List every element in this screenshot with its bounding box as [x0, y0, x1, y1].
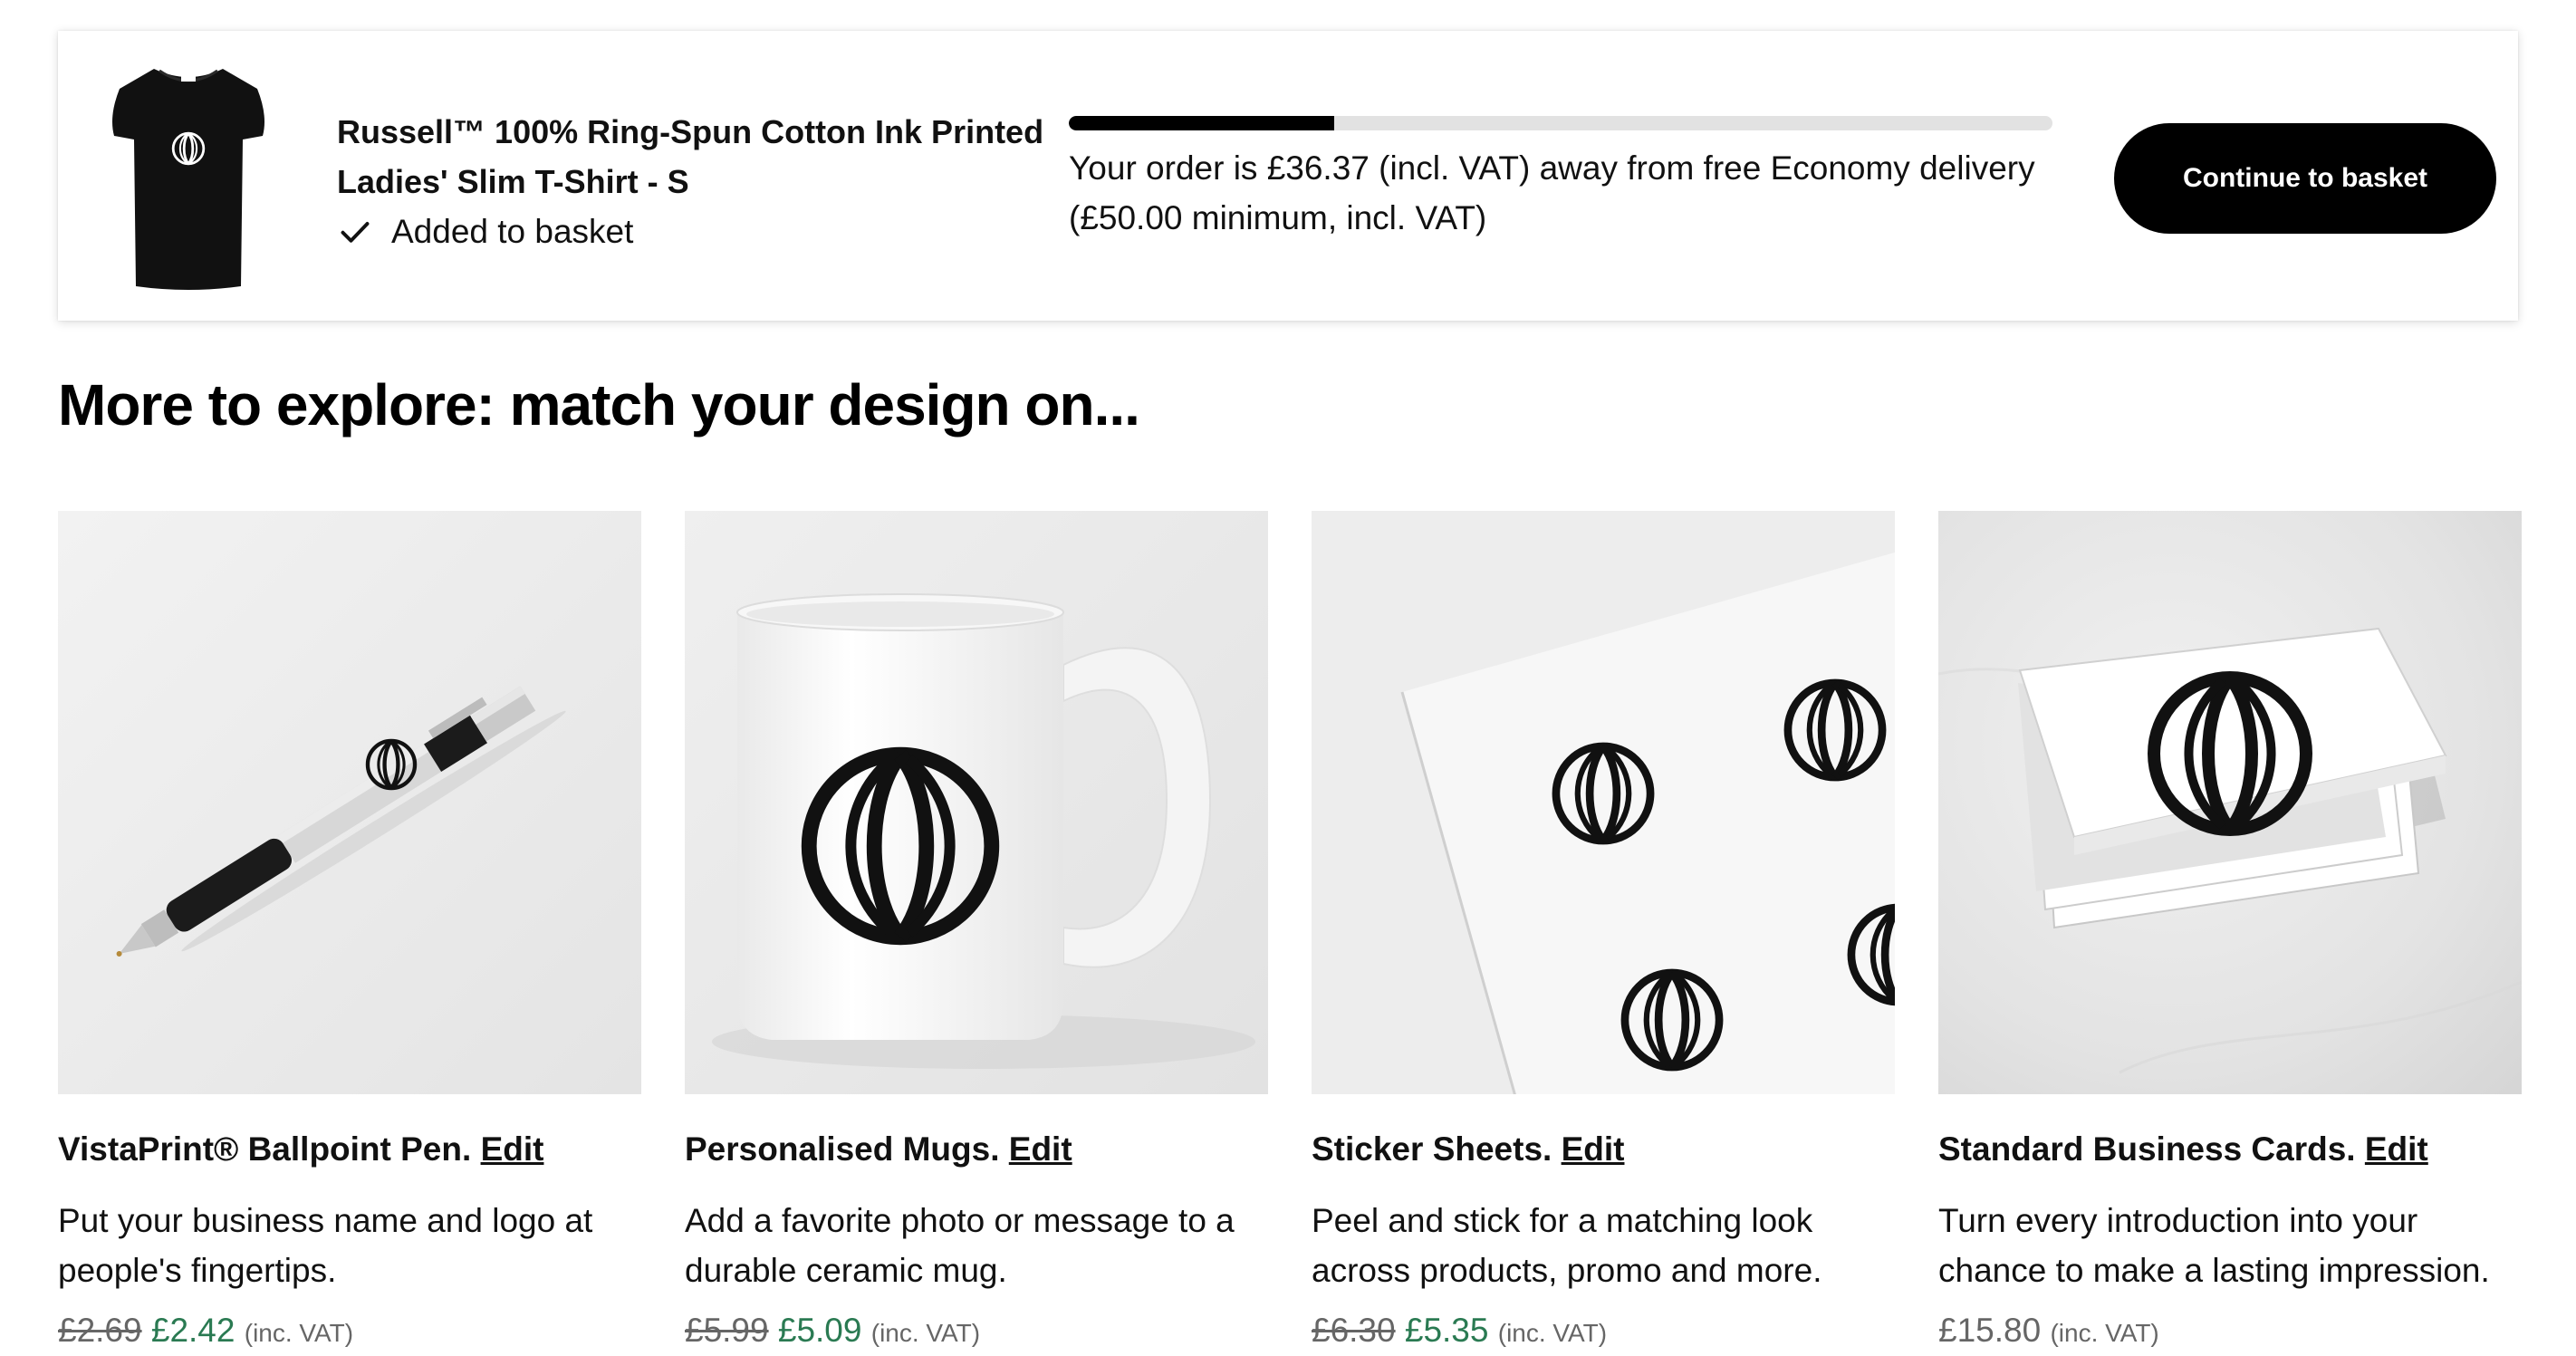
product-price: £6.30 £5.35 (inc. VAT) [1312, 1308, 1895, 1356]
progress-track [1069, 116, 2052, 130]
vat-note: (inc. VAT) [1497, 1319, 1608, 1347]
product-description: Turn every introduction into your chance… [1938, 1202, 2490, 1289]
product-title: Sticker Sheets. Edit [1312, 1127, 1895, 1172]
vat-note: (inc. VAT) [244, 1319, 354, 1347]
mug-product-image[interactable] [685, 511, 1268, 1094]
old-price: £6.30 [1312, 1312, 1396, 1349]
product-title: Standard Business Cards. Edit [1938, 1127, 2522, 1172]
sale-price: £5.09 [777, 1312, 862, 1349]
edit-link[interactable]: Edit [1009, 1130, 1072, 1168]
delivery-message: Your order is £36.37 (incl. VAT) away fr… [1069, 149, 2035, 236]
product-title: Personalised Mugs. Edit [685, 1127, 1268, 1172]
edit-link[interactable]: Edit [2365, 1130, 2428, 1168]
product-name: Standard Business Cards. [1938, 1130, 2356, 1168]
free-delivery-progress: Your order is £36.37 (incl. VAT) away fr… [1069, 116, 2052, 243]
product-card: Personalised Mugs. Edit Add a favorite p… [685, 511, 1268, 1356]
product-name: Personalised Mugs. [685, 1130, 1000, 1168]
product-title: Russell™ 100% Ring-Spun Cotton Ink Print… [337, 113, 1044, 200]
tshirt-thumbnail [112, 69, 264, 290]
product-description: Peel and stick for a matching look acros… [1312, 1202, 1822, 1289]
business-cards-product-image[interactable] [1938, 511, 2522, 1094]
product-title: VistaPrint® Ballpoint Pen. Edit [58, 1127, 641, 1172]
section-heading: More to explore: match your design on... [58, 372, 1140, 438]
product-card: VistaPrint® Ballpoint Pen. Edit Put your… [58, 511, 641, 1356]
added-to-basket-bar: Russell™ 100% Ring-Spun Cotton Ink Print… [58, 31, 2518, 321]
product-price: £15.80 (inc. VAT) [1938, 1308, 2522, 1356]
product-price: £5.99 £5.09 (inc. VAT) [685, 1308, 1268, 1356]
old-price: £5.99 [685, 1312, 769, 1349]
continue-to-basket-button[interactable]: Continue to basket [2114, 123, 2496, 234]
edit-link[interactable]: Edit [481, 1130, 544, 1168]
product-price: £2.69 £2.42 (inc. VAT) [58, 1308, 641, 1356]
check-icon [341, 221, 370, 243]
added-label: Added to basket [391, 213, 634, 250]
product-info: Russell™ 100% Ring-Spun Cotton Ink Print… [337, 107, 1089, 256]
edit-link[interactable]: Edit [1562, 1130, 1625, 1168]
product-card: Standard Business Cards. Edit Turn every… [1938, 511, 2522, 1356]
regular-price: £15.80 [1938, 1312, 2042, 1349]
sale-price: £2.42 [150, 1312, 235, 1349]
product-name: VistaPrint® Ballpoint Pen. [58, 1130, 472, 1168]
vat-note: (inc. VAT) [2050, 1319, 2159, 1347]
added-status: Added to basket [337, 207, 1089, 256]
product-card: Sticker Sheets. Edit Peel and stick for … [1312, 511, 1895, 1356]
old-price: £2.69 [58, 1312, 142, 1349]
vat-note: (inc. VAT) [870, 1319, 981, 1347]
progress-fill [1069, 116, 1335, 130]
sticker-sheet-product-image[interactable] [1312, 511, 1895, 1094]
product-name: Sticker Sheets. [1312, 1130, 1552, 1168]
pen-product-image[interactable] [58, 511, 641, 1094]
product-description: Add a favorite photo or message to a dur… [685, 1202, 1235, 1289]
product-description: Put your business name and logo at peopl… [58, 1202, 593, 1289]
sale-price: £5.35 [1404, 1312, 1489, 1349]
